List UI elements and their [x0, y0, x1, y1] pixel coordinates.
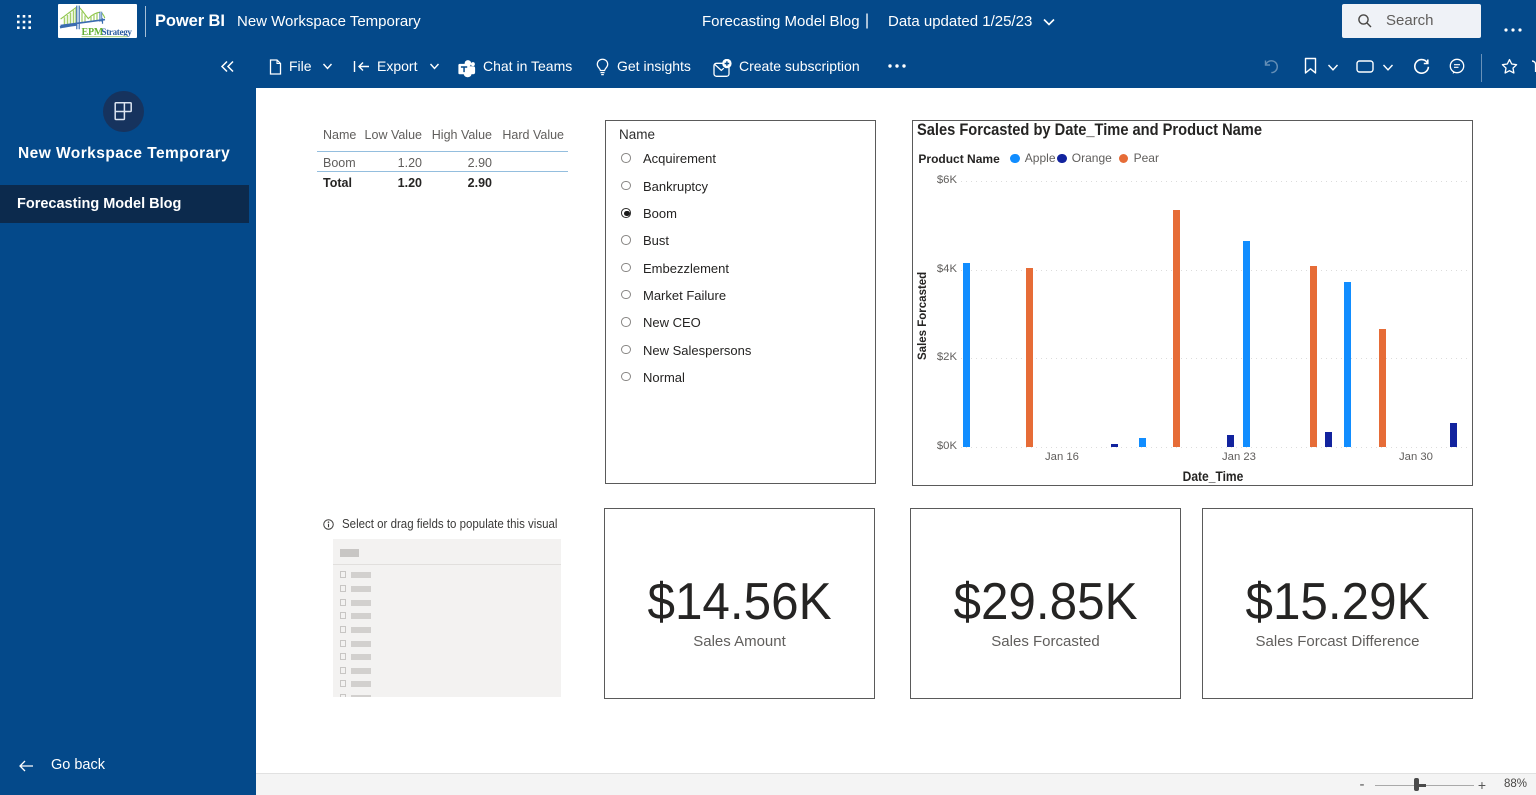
svg-text:Strategy: Strategy [102, 27, 133, 37]
